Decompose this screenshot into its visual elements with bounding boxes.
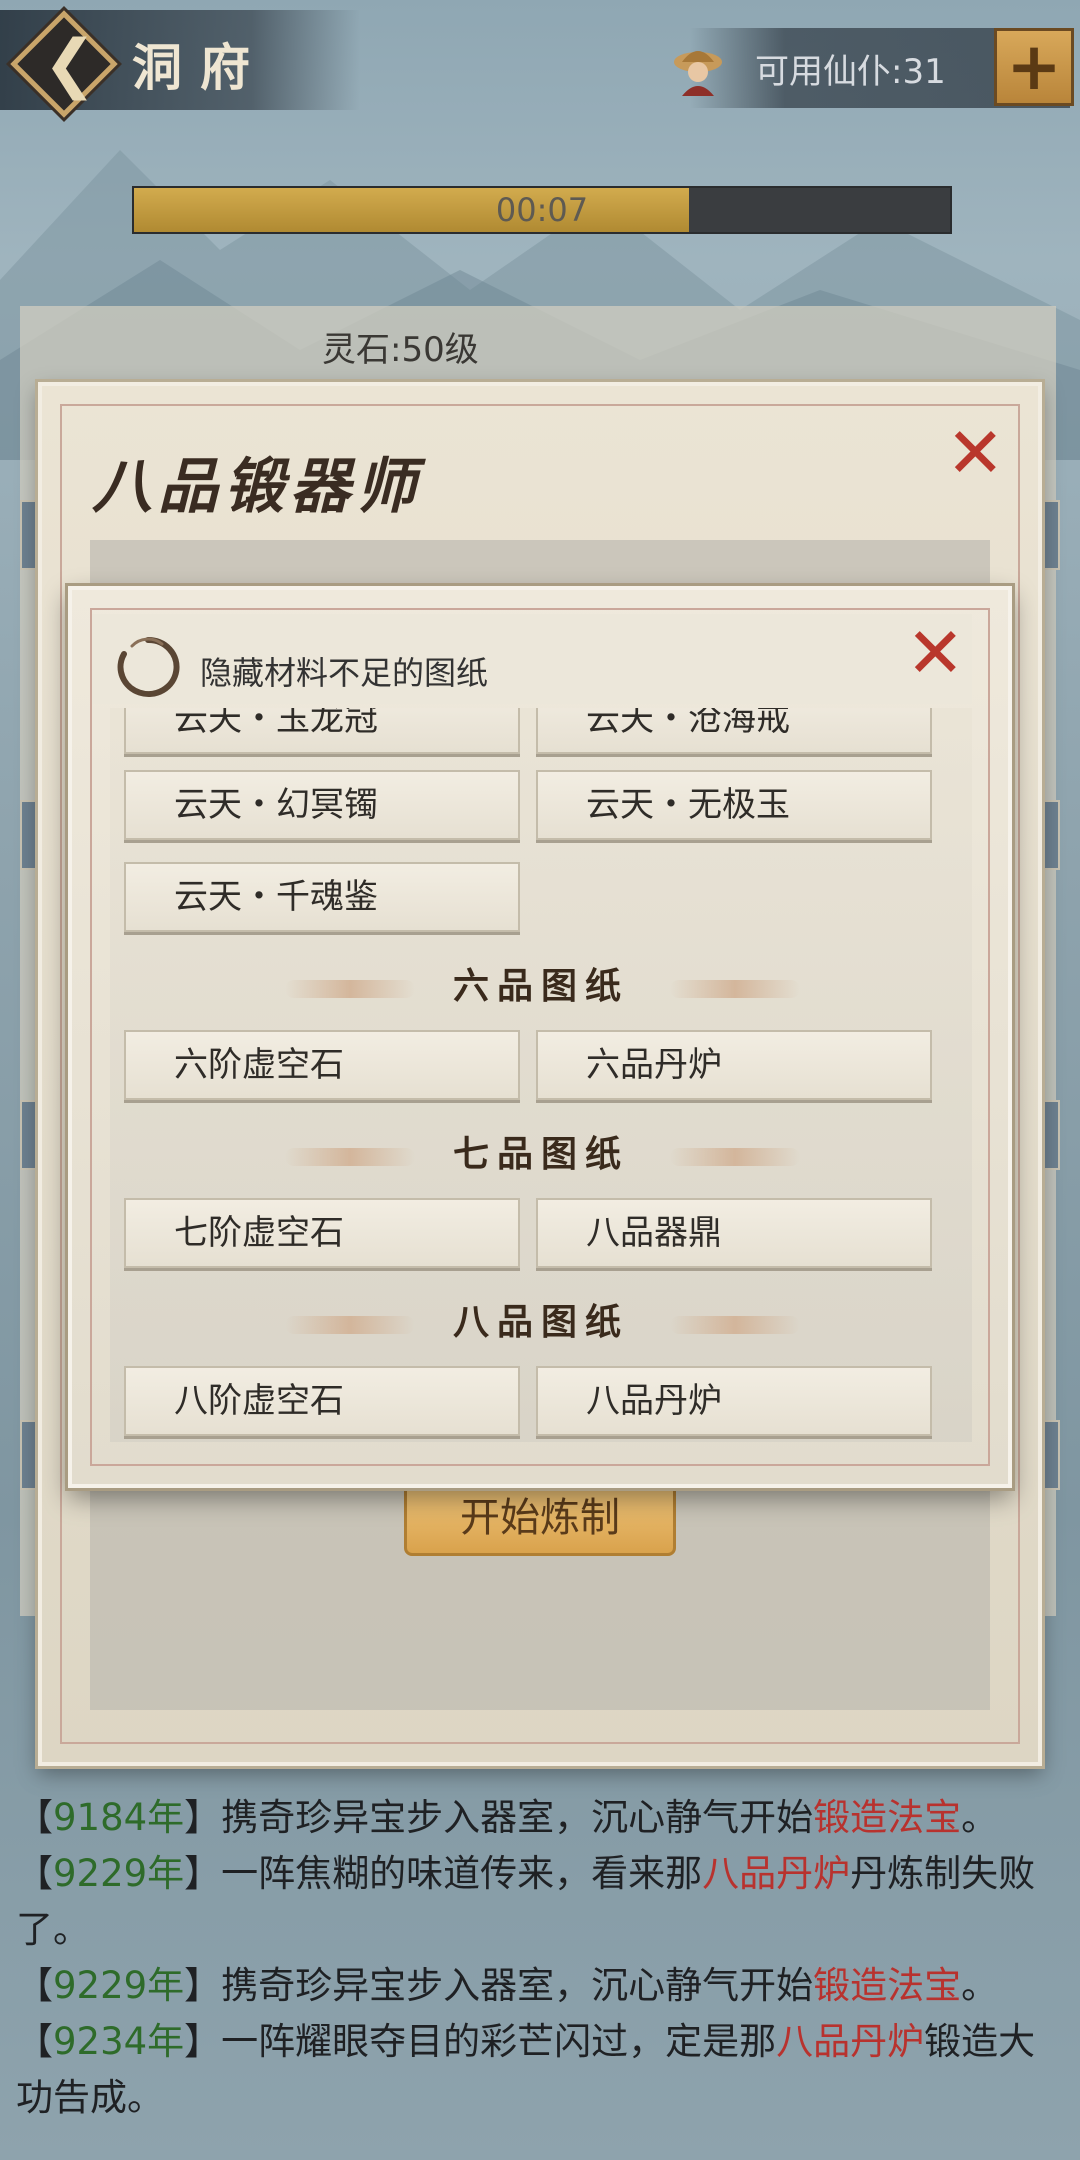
close-icon[interactable]: ✕: [906, 618, 965, 688]
servant-hat-icon: [674, 51, 722, 96]
side-tab: [1040, 1420, 1060, 1490]
close-icon[interactable]: ✕: [946, 418, 1005, 488]
side-tab: [20, 1420, 40, 1490]
start-forging-button[interactable]: 开始炼制: [404, 1480, 676, 1556]
blueprint-item[interactable]: 云天・幻冥镯: [124, 770, 520, 840]
side-tab: [20, 1100, 40, 1170]
section-swirl: [285, 1148, 415, 1166]
available-servants: 可用仙仆:31: [755, 52, 946, 92]
hide-insufficient-label: 隐藏材料不足的图纸: [200, 654, 489, 692]
section-swirl: [285, 980, 415, 998]
log-highlight: 锻造法宝: [813, 1964, 962, 2007]
side-tab: [1040, 1100, 1060, 1170]
log-highlight: 八品丹炉: [776, 2020, 925, 2063]
blueprint-list[interactable]: 云天・玉龙冠 云天・沧海戒 云天・幻冥镯 云天・无极玉 云天・千魂鉴 六品图纸 …: [110, 708, 972, 1442]
log-text: 。: [961, 1964, 999, 2007]
blueprint-item[interactable]: 七阶虚空石: [124, 1198, 520, 1268]
side-tab: [1040, 500, 1060, 570]
blueprint-item[interactable]: 云天・无极玉: [536, 770, 932, 840]
spirit-stone-level: 灵石:50级: [322, 330, 479, 370]
section-swirl: [670, 980, 800, 998]
log-text: 一阵耀眼夺目的彩芒闪过，定是那: [221, 2020, 777, 2063]
side-tab: [1040, 800, 1060, 870]
log-entry: 【9234年】一阵耀眼夺目的彩芒闪过，定是那八品丹炉锻造大功告成。: [16, 2020, 1036, 2119]
log-entry: 【9229年】一阵焦糊的味道传来，看来那八品丹炉丹炼制失败了。: [16, 1852, 1036, 1951]
section-swirl: [670, 1316, 800, 1334]
log-year: 9229年: [53, 1964, 185, 2007]
blueprint-item[interactable]: 六阶虚空石: [124, 1030, 520, 1100]
section-title: 七品图纸: [452, 1133, 629, 1175]
add-servant-button[interactable]: +: [994, 28, 1074, 106]
blueprint-item[interactable]: 云天・玉龙冠: [124, 708, 520, 754]
log-year: 9234年: [53, 2020, 185, 2063]
blueprint-item[interactable]: 云天・千魂鉴: [124, 862, 520, 932]
log-text: 。: [961, 1796, 999, 1839]
blueprint-item[interactable]: 八品器鼎: [536, 1198, 932, 1268]
forge-progress-bar: 00:07: [132, 186, 952, 234]
log-entry: 【9184年】携奇珍异宝步入器室，沉心静气开始锻造法宝。: [16, 1796, 999, 1839]
log-entry: 【9229年】携奇珍异宝步入器室，沉心静气开始锻造法宝。: [16, 1964, 999, 2007]
log-text: 携奇珍异宝步入器室，沉心静气开始: [221, 1964, 814, 2007]
section-header: 六品图纸: [110, 954, 972, 1018]
plus-icon: +: [1006, 28, 1062, 105]
log-year: 9184年: [53, 1796, 185, 1839]
side-tab: [20, 500, 40, 570]
event-log: 【9184年】携奇珍异宝步入器室，沉心静气开始锻造法宝。 【9229年】一阵焦糊…: [16, 1790, 1066, 2126]
section-title: 六品图纸: [452, 965, 629, 1007]
back-button[interactable]: ❮: [8, 8, 120, 120]
forge-dialog-title: 八品锻器师: [92, 452, 422, 522]
check-ring-icon[interactable]: [112, 634, 184, 700]
blueprint-item[interactable]: 六品丹炉: [536, 1030, 932, 1100]
blueprint-item[interactable]: 云天・沧海戒: [536, 708, 932, 754]
log-highlight: 锻造法宝: [813, 1796, 962, 1839]
section-title: 八品图纸: [452, 1301, 629, 1343]
log-year: 9229年: [53, 1852, 185, 1895]
section-header: 八品图纸: [110, 1290, 972, 1354]
back-arrow-icon: ❮: [43, 27, 97, 101]
log-text: 携奇珍异宝步入器室，沉心静气开始: [221, 1796, 814, 1839]
blueprint-item[interactable]: 八品丹炉: [536, 1366, 932, 1436]
page-title: 洞府: [132, 38, 268, 97]
log-highlight: 八品丹炉: [702, 1852, 851, 1895]
section-header: 七品图纸: [110, 1122, 972, 1186]
section-swirl: [670, 1148, 800, 1166]
side-tab: [20, 800, 40, 870]
section-swirl: [285, 1316, 415, 1334]
progress-time: 00:07: [495, 191, 589, 229]
log-text: 一阵焦糊的味道传来，看来那: [221, 1852, 703, 1895]
blueprint-item[interactable]: 八阶虚空石: [124, 1366, 520, 1436]
